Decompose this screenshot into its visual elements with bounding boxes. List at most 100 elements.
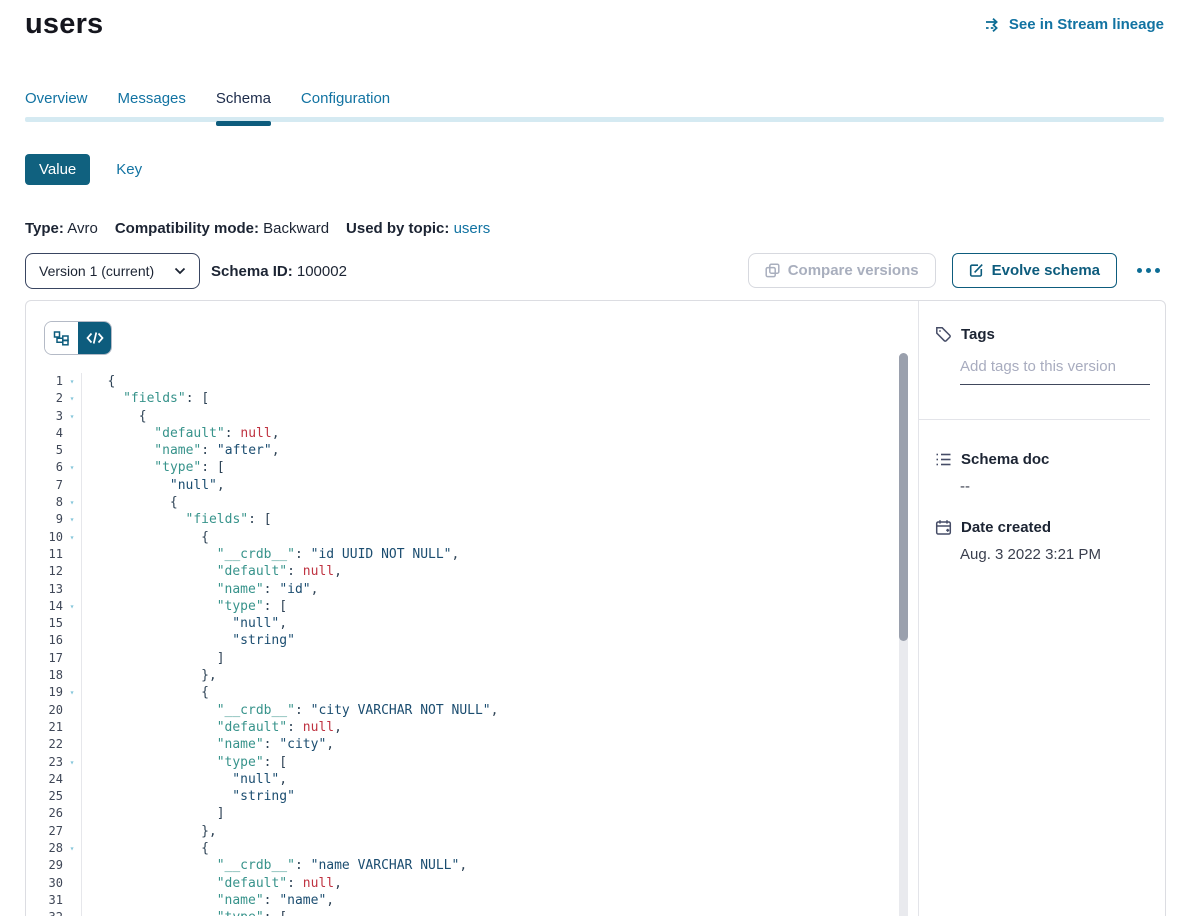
line-number: 22	[26, 736, 63, 753]
code-text: "name": "city",	[81, 736, 919, 753]
fold-spacer	[63, 650, 81, 667]
code-text: {	[81, 373, 919, 390]
see-in-stream-lineage-link[interactable]: See in Stream lineage	[985, 16, 1164, 33]
code-text: "__crdb__": "city VARCHAR NOT NULL",	[81, 702, 919, 719]
fold-toggle-icon[interactable]: ▾	[63, 408, 81, 425]
code-view-icon[interactable]	[78, 322, 111, 354]
line-number: 8	[26, 494, 63, 511]
code-line: 14▾"type": [	[26, 598, 919, 615]
fold-toggle-icon[interactable]: ▾	[63, 529, 81, 546]
line-number: 21	[26, 719, 63, 736]
fold-spacer	[63, 667, 81, 684]
fold-spacer	[63, 823, 81, 840]
code-text: "string"	[81, 788, 919, 805]
fold-toggle-icon[interactable]: ▾	[63, 511, 81, 528]
edit-icon	[969, 263, 984, 278]
fold-toggle-icon[interactable]: ▾	[63, 494, 81, 511]
line-number: 32	[26, 909, 63, 916]
line-number: 19	[26, 684, 63, 701]
fold-spacer	[63, 875, 81, 892]
date-created-section-header: Date created	[935, 519, 1051, 536]
code-text: "fields": [	[81, 390, 919, 407]
line-number: 3	[26, 408, 63, 425]
line-number: 18	[26, 667, 63, 684]
line-number: 1	[26, 373, 63, 390]
code-text: "fields": [	[81, 511, 919, 528]
code-line: 6▾"type": [	[26, 459, 919, 476]
line-number: 23	[26, 754, 63, 771]
key-tab-link[interactable]: Key	[116, 161, 142, 178]
line-number: 5	[26, 442, 63, 459]
code-line: 16 "string"	[26, 632, 919, 649]
fold-toggle-icon[interactable]: ▾	[63, 390, 81, 407]
topic-link[interactable]: users	[454, 220, 491, 237]
schema-sidebar: Tags Schema doc -- Date created Aug. 3 2…	[918, 301, 1165, 916]
schema-code-pane: 1▾{2▾"fields": [3▾{4"default": null,5"na…	[26, 301, 919, 916]
code-text: "type": [	[81, 598, 919, 615]
fold-toggle-icon[interactable]: ▾	[63, 684, 81, 701]
code-text: "__crdb__": "id UUID NOT NULL",	[81, 546, 919, 563]
fold-toggle-icon[interactable]: ▾	[63, 459, 81, 476]
line-number: 9	[26, 511, 63, 528]
date-created-value: Aug. 3 2022 3:21 PM	[960, 546, 1101, 563]
schema-panel: 1▾{2▾"fields": [3▾{4"default": null,5"na…	[25, 300, 1166, 916]
code-line: 12"default": null,	[26, 563, 919, 580]
schema-doc-value: --	[960, 478, 970, 495]
line-number: 31	[26, 892, 63, 909]
line-number: 27	[26, 823, 63, 840]
line-number: 17	[26, 650, 63, 667]
line-number: 11	[26, 546, 63, 563]
add-tags-input[interactable]	[960, 354, 1150, 385]
compare-icon	[765, 263, 780, 278]
fold-spacer	[63, 771, 81, 788]
fold-spacer	[63, 563, 81, 580]
more-actions-icon[interactable]	[1133, 264, 1164, 277]
used-by-topic-field: Used by topic: users	[346, 220, 490, 237]
fold-spacer	[63, 788, 81, 805]
code-line: 18},	[26, 667, 919, 684]
fold-spacer	[63, 805, 81, 822]
editor-scrollbar-thumb[interactable]	[899, 353, 908, 641]
line-number: 14	[26, 598, 63, 615]
fold-spacer	[63, 442, 81, 459]
code-text: "null",	[81, 771, 919, 788]
code-line: 22 "name": "city",	[26, 736, 919, 753]
version-controls: Version 1 (current) Schema ID: 100002	[25, 253, 347, 289]
view-mode-toggle	[44, 321, 112, 355]
compare-versions-button[interactable]: Compare versions	[748, 253, 936, 288]
code-text: "default": null,	[81, 875, 919, 892]
code-line: 10▾{	[26, 529, 919, 546]
code-editor[interactable]: 1▾{2▾"fields": [3▾{4"default": null,5"na…	[26, 373, 919, 916]
value-key-toggle: Value Key	[25, 154, 142, 185]
value-tab-button[interactable]: Value	[25, 154, 90, 185]
code-line: 19▾{	[26, 684, 919, 701]
evolve-schema-button[interactable]: Evolve schema	[952, 253, 1117, 288]
fold-toggle-icon[interactable]: ▾	[63, 598, 81, 615]
line-number: 15	[26, 615, 63, 632]
code-line: 30"default": null,	[26, 875, 919, 892]
line-number: 20	[26, 702, 63, 719]
fold-toggle-icon[interactable]: ▾	[63, 840, 81, 857]
chevron-down-icon	[174, 267, 186, 275]
code-text: {	[81, 529, 919, 546]
line-number: 12	[26, 563, 63, 580]
code-line: 21"default": null,	[26, 719, 919, 736]
tags-section-header: Tags	[935, 326, 995, 343]
code-line: 26]	[26, 805, 919, 822]
code-text: },	[81, 823, 919, 840]
fold-toggle-icon[interactable]: ▾	[63, 373, 81, 390]
line-number: 10	[26, 529, 63, 546]
tab-schema[interactable]: Schema	[216, 90, 271, 126]
fold-toggle-icon[interactable]: ▾	[63, 754, 81, 771]
line-number: 16	[26, 632, 63, 649]
code-text: "string"	[81, 632, 919, 649]
page-title: users	[25, 8, 103, 41]
code-text: "name": "name",	[81, 892, 919, 909]
schema-doc-section-header: Schema doc	[935, 451, 1049, 468]
tree-view-icon[interactable]	[45, 322, 78, 354]
schema-id: Schema ID: 100002	[211, 263, 347, 280]
fold-spacer	[63, 581, 81, 598]
code-text: ]	[81, 650, 919, 667]
fold-toggle-icon[interactable]: ▾	[63, 909, 81, 916]
version-dropdown[interactable]: Version 1 (current)	[25, 253, 200, 289]
